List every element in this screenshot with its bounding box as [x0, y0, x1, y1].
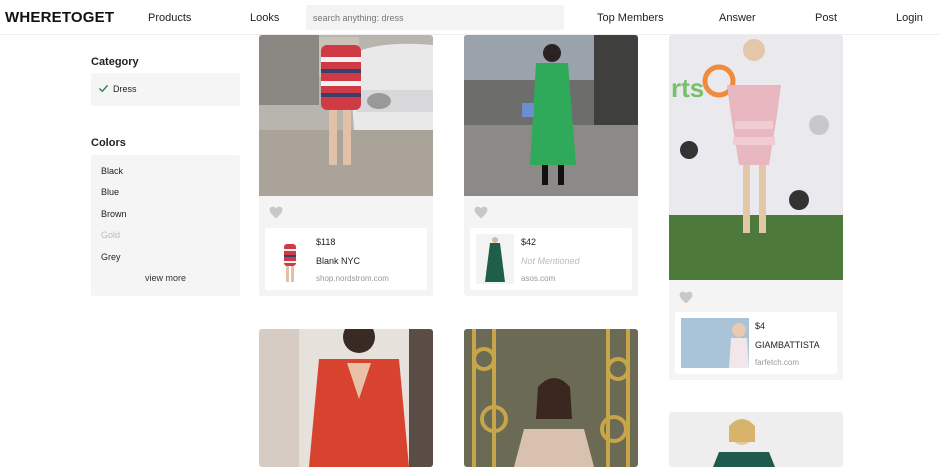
product-price: $118 — [316, 237, 336, 247]
product-brand: Not Mentioned — [521, 256, 580, 266]
color-item-brown[interactable]: Brown — [101, 209, 127, 219]
svg-text:rts: rts — [671, 73, 704, 103]
product-item[interactable]: $118 Blank NYC shop.nordstrom.com — [265, 228, 427, 290]
product-item[interactable]: $42 Not Mentioned asos.com — [470, 228, 632, 290]
nav-link-login[interactable]: Login — [896, 12, 923, 24]
heart-icon[interactable] — [269, 206, 283, 219]
color-item-gold[interactable]: Gold — [101, 230, 120, 240]
look-card[interactable] — [669, 412, 843, 467]
heart-icon[interactable] — [474, 206, 488, 219]
look-photo[interactable] — [464, 35, 638, 196]
product-brand: GIAMBATTISTA — [755, 340, 820, 350]
look-photo[interactable] — [669, 412, 843, 467]
product-price: $42 — [521, 237, 537, 247]
category-box: Dress — [91, 73, 240, 106]
product-item[interactable]: $4 GIAMBATTISTA farfetch.com — [675, 312, 837, 374]
top-navbar: WHERETOGET Products Looks Top Members An… — [0, 0, 940, 35]
look-card[interactable] — [259, 329, 433, 467]
look-photo[interactable]: rts — [669, 35, 843, 280]
product-thumbnail — [271, 234, 309, 284]
search-input[interactable] — [306, 5, 564, 30]
color-item-black[interactable]: Black — [101, 166, 123, 176]
product-store[interactable]: asos.com — [521, 274, 555, 283]
look-photo[interactable] — [259, 35, 433, 196]
nav-link-looks[interactable]: Looks — [250, 12, 279, 24]
product-store[interactable]: farfetch.com — [755, 358, 799, 367]
category-title: Category — [91, 56, 139, 68]
product-brand: Blank NYC — [316, 256, 361, 266]
nav-link-top-members[interactable]: Top Members — [597, 12, 664, 24]
look-photo[interactable] — [464, 329, 638, 467]
look-card[interactable]: $42 Not Mentioned asos.com — [464, 35, 638, 296]
category-item-label: Dress — [113, 83, 137, 94]
color-item-blue[interactable]: Blue — [101, 187, 119, 197]
check-icon — [99, 85, 108, 92]
heart-icon[interactable] — [679, 291, 693, 304]
look-card[interactable] — [464, 329, 638, 467]
nav-link-post[interactable]: Post — [815, 12, 837, 24]
color-item-grey[interactable]: Grey — [101, 252, 121, 262]
site-logo[interactable]: WHERETOGET — [5, 9, 114, 26]
nav-link-answer[interactable]: Answer — [719, 12, 756, 24]
product-thumbnail — [476, 234, 514, 284]
look-card[interactable]: $118 Blank NYC shop.nordstrom.com — [259, 35, 433, 296]
nav-link-products[interactable]: Products — [148, 12, 191, 24]
category-item-dress[interactable]: Dress — [98, 83, 137, 94]
colors-box: Black Blue Brown Gold Grey view more — [91, 155, 240, 296]
product-store[interactable]: shop.nordstrom.com — [316, 274, 389, 283]
look-photo[interactable] — [259, 329, 433, 467]
look-card[interactable]: rts $4 GIAMBATTISTA farfetch.com — [669, 35, 843, 380]
colors-title: Colors — [91, 137, 126, 149]
product-price: $4 — [755, 321, 766, 331]
view-more-button[interactable]: view more — [91, 273, 240, 283]
product-thumbnail — [681, 318, 749, 368]
